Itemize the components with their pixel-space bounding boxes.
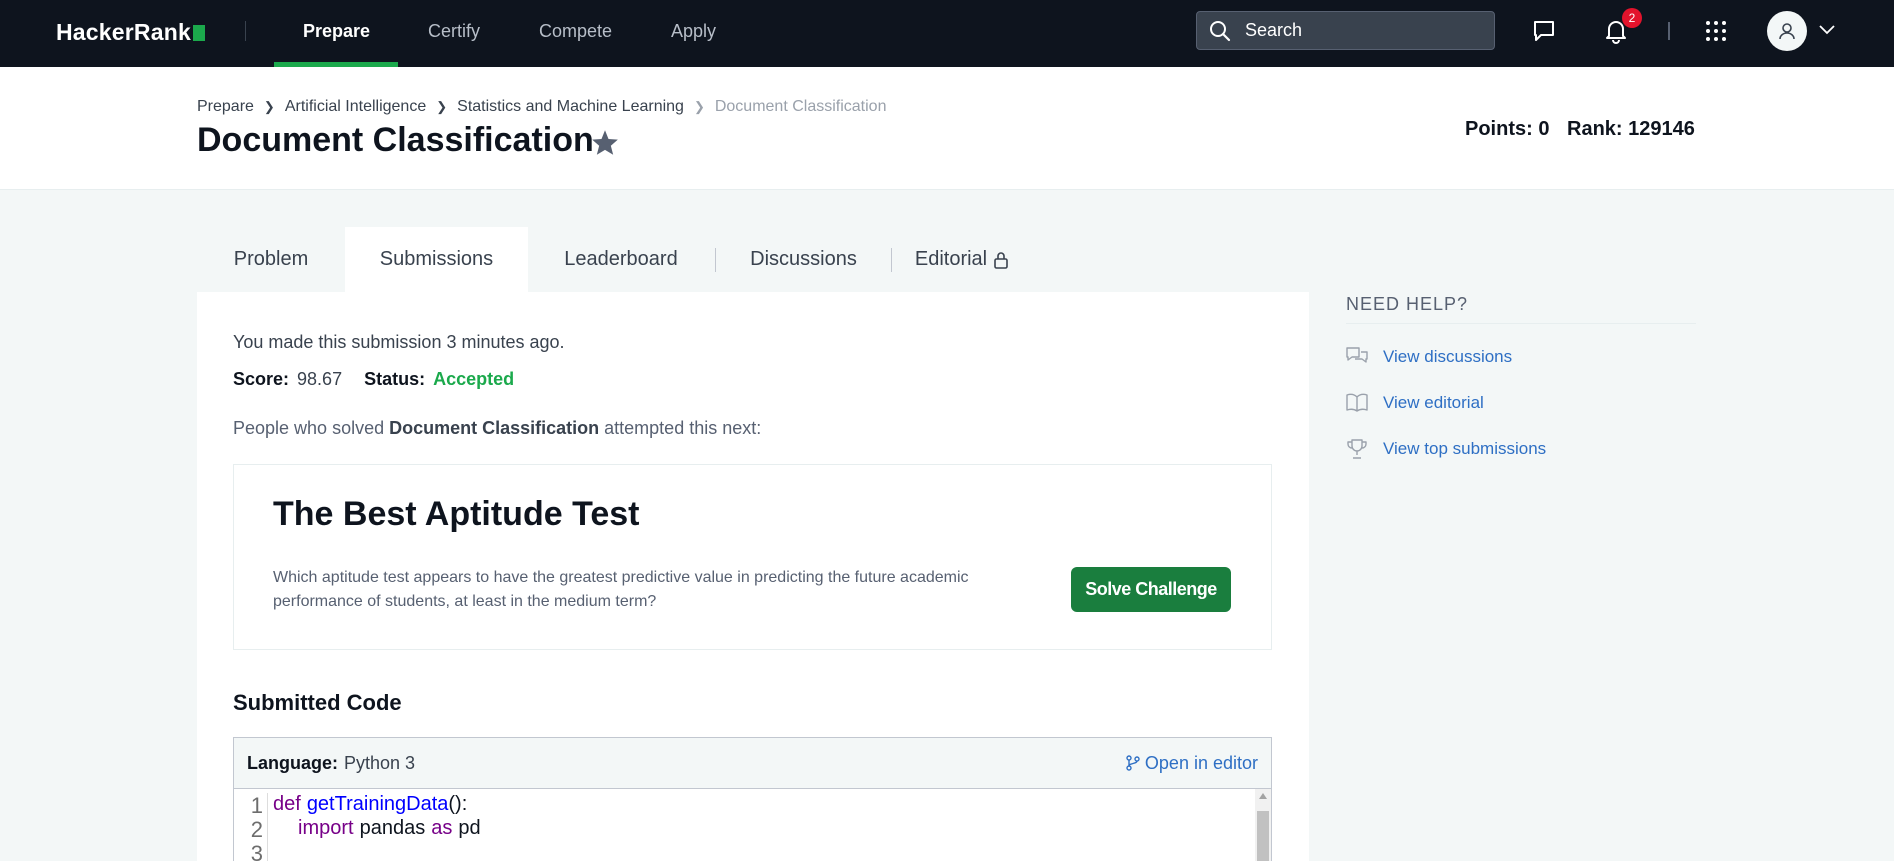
- help-divider: [1346, 323, 1696, 324]
- chevron-down-icon[interactable]: [1819, 25, 1835, 35]
- view-editorial-link[interactable]: View editorial: [1346, 393, 1484, 413]
- chevron-right-icon: ❯: [263, 99, 275, 114]
- rank-value: Rank: 129146: [1567, 118, 1695, 140]
- code-line: 1 def getTrainingData ():: [234, 793, 468, 818]
- tab-editorial[interactable]: Editorial: [892, 227, 1032, 292]
- book-icon: [1346, 393, 1368, 412]
- code-keyword: as: [431, 817, 453, 839]
- code-viewer: Language: Python 3 Open in editor 1 def …: [233, 737, 1272, 861]
- code-line: 2 import pandas as pd: [234, 817, 481, 842]
- chevron-right-icon: ❯: [693, 99, 705, 114]
- breadcrumb-ai[interactable]: Artificial Intelligence: [285, 98, 426, 116]
- search-placeholder: Search: [1245, 20, 1303, 40]
- intro-text-pre: People who solved: [233, 418, 390, 438]
- score-label: Score:: [233, 369, 290, 389]
- submission-card: You made this submission 3 minutes ago. …: [197, 292, 1309, 861]
- breadcrumb-prepare[interactable]: Prepare: [197, 98, 254, 116]
- nav-divider: [245, 21, 246, 41]
- view-top-submissions-label: View top submissions: [1383, 439, 1547, 458]
- breadcrumb-stats-ml[interactable]: Statistics and Machine Learning: [457, 98, 684, 116]
- code-keyword: import: [298, 817, 354, 839]
- view-discussions-label: View discussions: [1383, 347, 1513, 366]
- status-label: Status:: [364, 369, 426, 389]
- language-value: Python 3: [344, 752, 416, 773]
- code-keyword: def: [273, 793, 301, 815]
- challenge-header: Prepare ❯ Artificial Intelligence ❯ Stat…: [0, 67, 1894, 190]
- lock-icon: [994, 251, 1008, 269]
- tab-editorial-label: Editorial: [914, 248, 988, 270]
- nav-certify[interactable]: Certify: [428, 21, 480, 42]
- submitted-code-heading: Submitted Code: [233, 690, 402, 715]
- messages-icon[interactable]: [1532, 19, 1556, 43]
- view-top-submissions-link[interactable]: View top submissions: [1346, 439, 1546, 459]
- hackerrank-logo[interactable]: HackerRank: [56, 19, 205, 46]
- score-status-line: Score: 98.67 Status: Accepted: [233, 369, 514, 390]
- intro-text-post: attempted this next:: [599, 418, 762, 438]
- top-navbar: HackerRank Prepare Certify Compete Apply…: [0, 0, 1894, 67]
- scrollbar-thumb[interactable]: [1257, 811, 1269, 861]
- nav-compete[interactable]: Compete: [539, 21, 612, 42]
- user-stats: Points: 0 Rank: 129146: [1465, 118, 1707, 141]
- discussions-icon: [1346, 347, 1368, 363]
- score-value: 98.67: [297, 369, 343, 389]
- tab-submissions[interactable]: Submissions: [345, 227, 528, 292]
- chevron-right-icon: ❯: [436, 99, 448, 114]
- logo-block-icon: [192, 24, 205, 41]
- line-number: 2: [234, 817, 268, 842]
- view-discussions-link[interactable]: View discussions: [1346, 347, 1512, 367]
- code-function-name: getTrainingData: [306, 793, 449, 815]
- next-challenge-description: Which aptitude test appears to have the …: [273, 569, 969, 610]
- next-challenge-title[interactable]: The Best Aptitude Test: [273, 495, 639, 534]
- breadcrumb: Prepare ❯ Artificial Intelligence ❯ Stat…: [197, 98, 886, 116]
- open-in-editor-link[interactable]: Open in editor: [1125, 753, 1258, 774]
- search-icon: [1210, 20, 1231, 41]
- tab-leaderboard[interactable]: Leaderboard: [528, 227, 714, 292]
- tab-discussions[interactable]: Discussions: [716, 227, 891, 292]
- search-input[interactable]: Search: [1196, 11, 1495, 50]
- star-icon[interactable]: [591, 129, 619, 156]
- points-value: Points: 0: [1465, 118, 1550, 140]
- user-icon: [1779, 23, 1795, 40]
- nav-divider-right: [1668, 22, 1670, 40]
- code-header: Language: Python 3 Open in editor: [234, 738, 1271, 789]
- submission-time: You made this submission 3 minutes ago.: [233, 332, 565, 352]
- code-text: pd: [458, 817, 481, 839]
- branch-icon: [1126, 755, 1140, 771]
- line-number: 1: [234, 793, 268, 818]
- status-badge: Accepted: [433, 369, 515, 389]
- code-text: pandas: [359, 817, 426, 839]
- notification-count-badge: 2: [1622, 8, 1642, 28]
- tab-problem[interactable]: Problem: [197, 227, 345, 292]
- next-challenge-card: The Best Aptitude Test Which aptitude te…: [233, 464, 1272, 650]
- code-scrollbar[interactable]: [1255, 789, 1271, 861]
- need-help-title: NEED HELP?: [1346, 294, 1469, 314]
- scroll-up-arrow-icon[interactable]: [1259, 793, 1267, 799]
- user-avatar[interactable]: [1767, 11, 1807, 51]
- line-number: 3: [234, 841, 268, 861]
- solve-challenge-button[interactable]: Solve Challenge: [1071, 567, 1231, 612]
- intro-challenge-name: Document Classification: [389, 418, 600, 438]
- page-title: Document Classification: [197, 121, 594, 159]
- nav-prepare[interactable]: Prepare: [303, 21, 370, 42]
- nav-apply[interactable]: Apply: [671, 21, 716, 42]
- trophy-icon: [1347, 439, 1367, 459]
- code-text: ():: [448, 793, 468, 815]
- language-label: Language:: [247, 752, 339, 773]
- apps-grid-icon[interactable]: [1705, 20, 1727, 42]
- breadcrumb-current: Document Classification: [714, 98, 887, 115]
- next-challenge-intro: People who solved Document Classificatio…: [233, 418, 761, 439]
- code-line: 3: [234, 841, 268, 861]
- logo-text: HackerRank: [56, 19, 191, 45]
- open-in-editor-label: Open in editor: [1144, 752, 1258, 773]
- view-editorial-label: View editorial: [1383, 393, 1484, 412]
